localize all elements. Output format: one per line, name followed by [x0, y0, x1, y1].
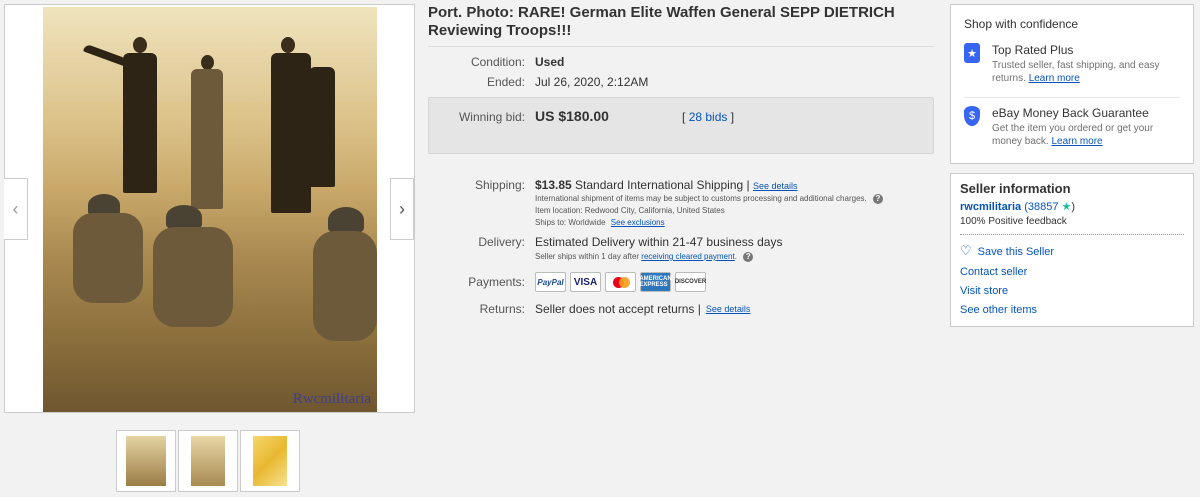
delivery-label: Delivery:	[478, 235, 525, 249]
figure-officer	[123, 53, 157, 193]
confidence-divider	[964, 97, 1180, 98]
figure-head	[133, 37, 147, 53]
discover-logo: DISCOVER	[675, 272, 706, 292]
returns-value: Seller does not accept returns |	[535, 302, 701, 316]
paypal-logo: PayPal	[535, 272, 566, 292]
figure-helmet	[166, 205, 202, 229]
shipping-method: Standard International Shipping |	[575, 178, 750, 192]
next-image-button[interactable]: ›	[390, 178, 414, 240]
thumbnail-3[interactable]	[240, 430, 300, 492]
bracket-open: [	[682, 110, 686, 124]
star-icon: ★	[1061, 201, 1072, 213]
chevron-right-icon: ›	[399, 198, 405, 219]
feedback-score: (38857	[1024, 201, 1059, 213]
help-icon[interactable]: ?	[743, 251, 754, 262]
title-divider	[428, 46, 934, 47]
bids-link[interactable]: 28 bids	[689, 110, 728, 124]
money-back-title: eBay Money Back Guarantee	[992, 106, 1149, 120]
figure-general	[191, 69, 223, 209]
winning-bid-value: US $180.00	[535, 108, 609, 124]
ended-label: Ended:	[486, 75, 525, 89]
top-rated-learn-more[interactable]: Learn more	[1029, 73, 1080, 84]
thumbnail-image	[191, 436, 225, 486]
figure-head	[201, 55, 214, 70]
bids-count: [ 28 bids ]	[682, 110, 734, 124]
figure-head	[281, 37, 295, 53]
winning-bid-label: Winning bid:	[458, 110, 525, 124]
main-item-photo[interactable]: Rwcmilitaria	[43, 7, 377, 412]
contact-seller-link[interactable]: Contact seller	[960, 266, 1184, 278]
thumbnail-1[interactable]	[116, 430, 176, 492]
shipping-row: Shipping: $13.85 Standard International …	[428, 178, 883, 229]
ships-to: Ships to: Worldwide	[535, 218, 606, 227]
condition-row: Condition: Used	[428, 55, 564, 69]
top-rated-title: Top Rated Plus	[992, 43, 1074, 57]
shop-with-confidence-panel: Shop with confidence ★ Top Rated Plus Tr…	[950, 4, 1194, 164]
shipping-price: $13.85	[535, 178, 572, 192]
photo-watermark: Rwcmilitaria	[292, 391, 371, 407]
winning-bid-box	[428, 97, 934, 154]
cleared-payment-link[interactable]: receiving cleared payment	[641, 252, 734, 261]
returns-row: Returns: Seller does not accept returns …	[428, 302, 751, 316]
figure-officer	[271, 53, 311, 213]
top-rated-badge-icon: ★	[964, 43, 980, 63]
ended-value: Jul 26, 2020, 2:12AM	[535, 75, 649, 89]
payments-label: Payments:	[468, 275, 525, 289]
visa-logo: VISA	[570, 272, 601, 292]
chevron-left-icon: ‹	[12, 198, 19, 219]
confidence-heading: Shop with confidence	[964, 17, 1079, 31]
listing-title: Port. Photo: RARE! German Elite Waffen G…	[428, 4, 895, 39]
ended-row: Ended: Jul 26, 2020, 2:12AM	[428, 75, 648, 89]
seller-heading: Seller information	[960, 181, 1071, 196]
returns-label: Returns:	[479, 302, 525, 316]
item-location: Item location: Redwood City, California,…	[535, 206, 725, 215]
score-close: )	[1071, 201, 1076, 213]
save-seller-link[interactable]: ♡ Save this Seller	[960, 243, 1184, 259]
seller-name-row: rwcmilitaria (38857 ★)	[960, 200, 1184, 213]
amex-logo: AMERICAN EXPRESS	[639, 272, 672, 292]
mastercard-logo	[605, 272, 636, 292]
shipping-note: International shipment of items may be s…	[535, 194, 867, 203]
payment-logos: PayPal VISA AMERICAN EXPRESS DISCOVER	[535, 272, 706, 292]
exclusions-link[interactable]: See exclusions	[611, 218, 665, 227]
delivery-row: Delivery: Estimated Delivery within 21-4…	[428, 235, 782, 263]
positive-feedback: 100% Positive feedback	[960, 216, 1067, 227]
feedback-score-link[interactable]: (38857 ★)	[1024, 201, 1075, 213]
money-back-item: $ eBay Money Back Guarantee Get the item…	[964, 106, 1172, 148]
figure-helmet	[328, 207, 364, 233]
previous-image-button[interactable]: ‹	[4, 178, 28, 240]
thumbnail-2[interactable]	[178, 430, 238, 492]
delivery-value: Estimated Delivery within 21-47 business…	[535, 235, 783, 249]
see-other-items-link[interactable]: See other items	[960, 304, 1184, 316]
seller-divider	[960, 234, 1184, 235]
shipping-details-link[interactable]: See details	[753, 181, 798, 191]
winning-bid-row: Winning bid: US $180.00 [ 28 bids ]	[428, 108, 734, 124]
image-gallery: Rwcmilitaria	[4, 4, 415, 413]
seller-information-panel: Seller information rwcmilitaria (38857 ★…	[950, 173, 1194, 327]
figure-soldier	[313, 231, 377, 341]
help-icon[interactable]: ?	[872, 193, 883, 204]
shipping-label: Shipping:	[474, 178, 525, 192]
bracket-close: ]	[730, 110, 735, 124]
condition-label: Condition:	[470, 55, 525, 69]
thumbnail-strip	[116, 430, 300, 492]
shield-icon: $	[964, 106, 980, 126]
thumbnail-image	[253, 436, 287, 486]
save-seller-label: Save this Seller	[977, 246, 1055, 258]
money-back-learn-more[interactable]: Learn more	[1051, 136, 1102, 147]
figure-soldier	[153, 227, 233, 327]
returns-details-link[interactable]: See details	[706, 304, 751, 316]
delivery-note: Seller ships within 1 day after	[535, 252, 640, 261]
seller-name-link[interactable]: rwcmilitaria	[960, 201, 1021, 213]
thumbnail-image	[126, 436, 166, 486]
payments-row: Payments: PayPal VISA AMERICAN EXPRESS D…	[428, 272, 706, 292]
visit-store-link[interactable]: Visit store	[960, 285, 1184, 297]
top-rated-item: ★ Top Rated Plus Trusted seller, fast sh…	[964, 43, 1172, 85]
condition-value: Used	[535, 55, 565, 69]
figure-soldier	[73, 213, 143, 303]
delivery-note-end: .	[734, 252, 737, 261]
heart-icon: ♡	[960, 243, 972, 258]
figure-officer	[309, 67, 335, 187]
